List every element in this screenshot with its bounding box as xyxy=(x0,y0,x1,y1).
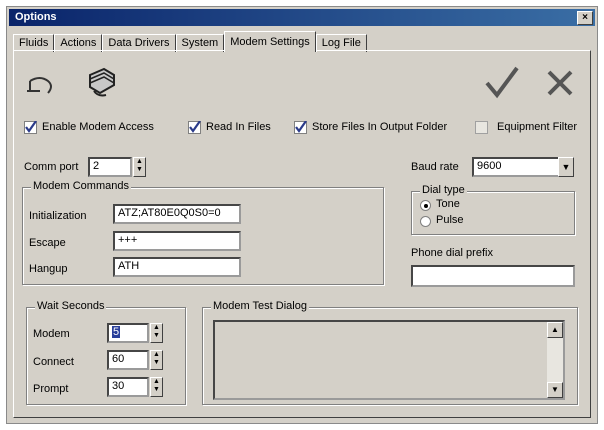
close-icon: × xyxy=(582,12,588,23)
phone-dial-prefix-label: Phone dial prefix xyxy=(411,247,493,259)
tab-strip: Fluids Actions Data Drivers System Modem… xyxy=(13,31,367,52)
enable-modem-access-checkbox[interactable] xyxy=(24,121,37,134)
connect-wait-spinner[interactable]: ▲ ▼ xyxy=(150,350,163,370)
dial-type-title: Dial type xyxy=(420,184,467,196)
equipment-filter-checkbox[interactable] xyxy=(475,121,488,134)
store-files-checkbox[interactable] xyxy=(294,121,307,134)
modem-commands-group: Modem Commands Initialization ATZ;AT80E0… xyxy=(22,180,384,285)
wait-seconds-title: Wait Seconds xyxy=(35,300,107,312)
connect-wait-label: Connect xyxy=(33,356,74,368)
baud-rate-dropdown-arrow[interactable]: ▼ xyxy=(558,157,574,177)
escape-label: Escape xyxy=(29,237,66,249)
wait-seconds-group: Wait Seconds Modem 5 ▲ ▼ Connect 60 ▲ ▼ Pr… xyxy=(26,300,186,405)
phone-dial-prefix-input[interactable] xyxy=(411,265,575,287)
baud-rate-select[interactable]: 9600 xyxy=(472,157,560,177)
modem-commands-title: Modem Commands xyxy=(31,180,131,192)
baud-rate-label: Baud rate xyxy=(411,161,459,173)
enable-modem-access-label: Enable Modem Access xyxy=(42,121,154,133)
tone-radio[interactable] xyxy=(420,200,431,211)
read-in-files-checkbox[interactable] xyxy=(188,121,201,134)
comm-port-input[interactable]: 2 xyxy=(88,157,132,177)
equipment-filter-label: Equipment Filter xyxy=(497,121,578,133)
hangup-label: Hangup xyxy=(29,263,68,275)
options-window: Options × Fluids Actions Data Drivers Sy… xyxy=(6,6,598,424)
modem-icon[interactable] xyxy=(84,67,118,99)
read-in-files-label: Read In Files xyxy=(206,121,271,133)
modem-wait-input[interactable]: 5 xyxy=(107,323,149,343)
connect-wait-input[interactable]: 60 xyxy=(107,350,149,370)
comm-port-label: Comm port xyxy=(24,161,79,173)
prompt-wait-input[interactable]: 30 xyxy=(107,377,149,397)
modem-wait-label: Modem xyxy=(33,328,70,340)
pulse-label: Pulse xyxy=(436,214,464,226)
title-bar: Options × xyxy=(9,9,595,26)
undo-icon[interactable] xyxy=(26,73,56,97)
comm-port-spinner[interactable]: ▲ ▼ xyxy=(133,157,146,177)
scroll-down-button[interactable]: ▼ xyxy=(547,382,563,398)
modem-test-scrollbar[interactable]: ▲ ▼ xyxy=(547,322,563,398)
modem-wait-value: 5 xyxy=(112,326,121,338)
hangup-input[interactable]: ATH xyxy=(113,257,241,277)
escape-input[interactable]: +++ xyxy=(113,231,241,251)
window-title: Options xyxy=(15,11,57,23)
initialization-input[interactable]: ATZ;AT80E0Q0S0=0 xyxy=(113,204,241,224)
store-files-label: Store Files In Output Folder xyxy=(312,121,448,133)
modem-test-dialog-group: Modem Test Dialog ▲ ▼ xyxy=(202,300,578,405)
modem-settings-panel: Enable Modem Access Read In Files Store … xyxy=(13,50,591,418)
initialization-label: Initialization xyxy=(29,210,87,222)
dial-type-group: Dial type Tone Pulse xyxy=(411,184,575,235)
prompt-wait-spinner[interactable]: ▲ ▼ xyxy=(150,377,163,397)
checkmark-icon[interactable] xyxy=(484,65,520,99)
tab-modem-settings[interactable]: Modem Settings xyxy=(224,31,316,52)
close-button[interactable]: × xyxy=(577,11,593,25)
pulse-radio[interactable] xyxy=(420,216,431,227)
scroll-up-button[interactable]: ▲ xyxy=(547,322,563,338)
modem-wait-spinner[interactable]: ▲ ▼ xyxy=(150,323,163,343)
prompt-wait-label: Prompt xyxy=(33,383,69,395)
modem-test-dialog-output[interactable]: ▲ ▼ xyxy=(213,320,565,400)
x-icon[interactable] xyxy=(546,69,574,97)
tone-label: Tone xyxy=(436,198,460,210)
modem-test-dialog-title: Modem Test Dialog xyxy=(211,300,309,312)
